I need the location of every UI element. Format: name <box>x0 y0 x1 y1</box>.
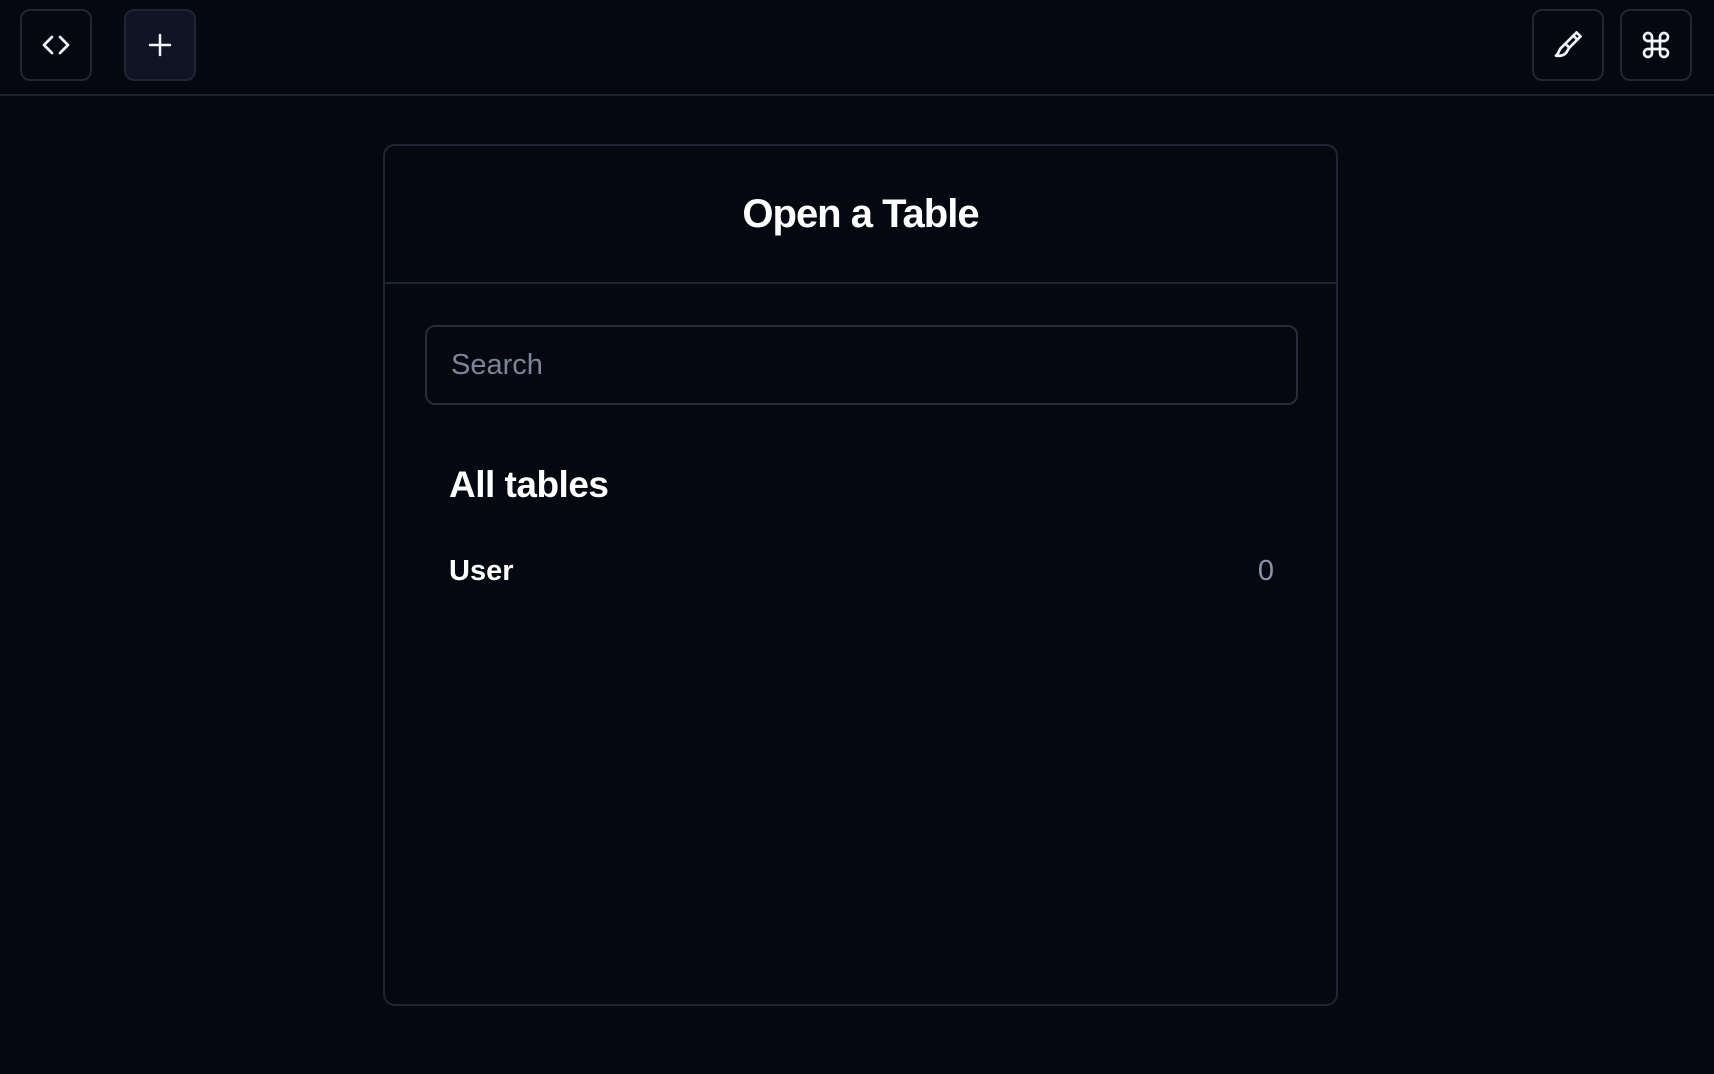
open-table-dialog: Open a Table All tables User 0 <box>383 144 1338 1006</box>
table-list: User 0 <box>449 546 1274 596</box>
table-row-user[interactable]: User 0 <box>449 546 1274 596</box>
paintbrush-icon <box>1552 29 1584 61</box>
plus-icon <box>145 30 175 60</box>
theme-button[interactable] <box>1532 9 1604 81</box>
top-toolbar <box>0 0 1714 96</box>
command-icon <box>1640 29 1672 61</box>
search-input[interactable] <box>425 325 1298 405</box>
add-button[interactable] <box>124 9 196 81</box>
dialog-title: Open a Table <box>742 191 979 236</box>
code-icon <box>40 29 72 61</box>
table-name: User <box>449 554 514 587</box>
search-container <box>425 325 1298 405</box>
code-view-button[interactable] <box>20 9 92 81</box>
table-row-count: 0 <box>1257 554 1274 587</box>
command-menu-button[interactable] <box>1620 9 1692 81</box>
dialog-header: Open a Table <box>385 146 1336 284</box>
all-tables-heading: All tables <box>449 464 609 505</box>
